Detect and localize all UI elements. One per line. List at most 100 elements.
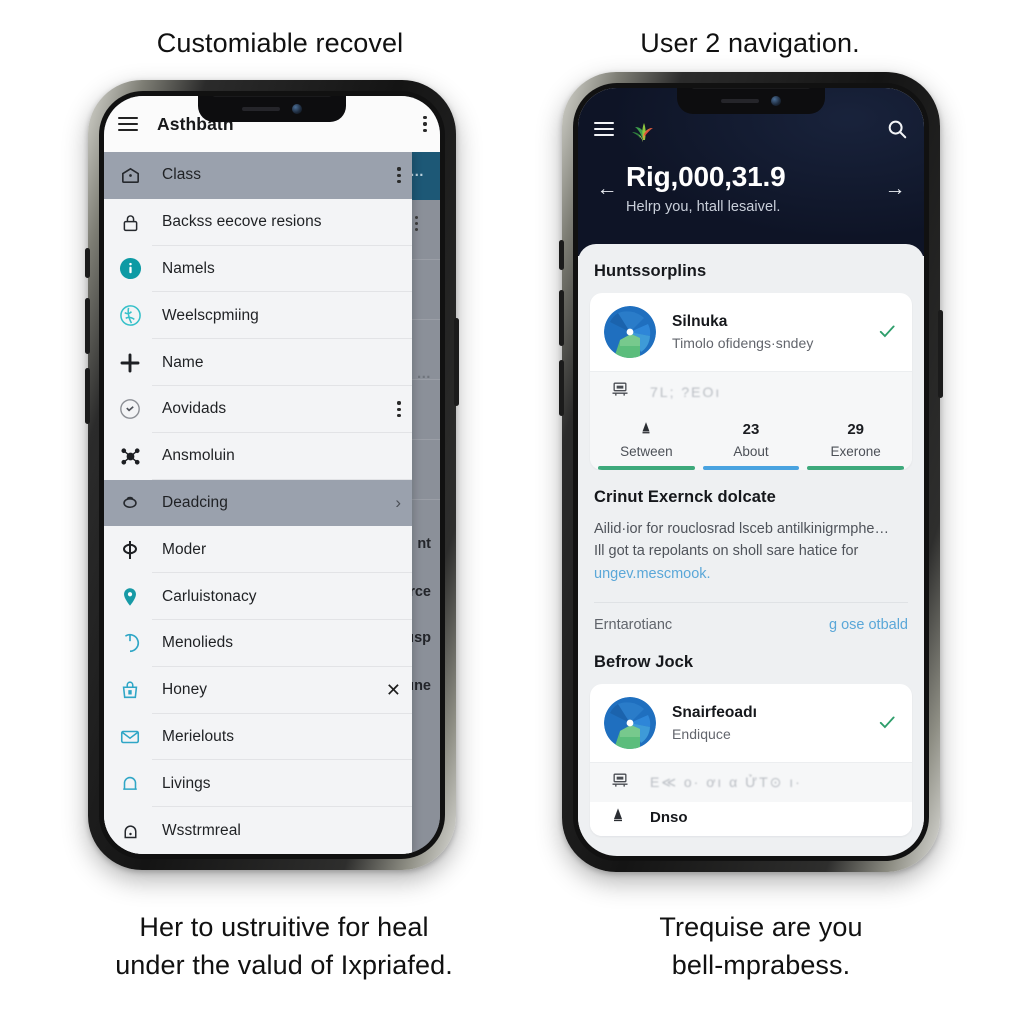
stat-value: 23 [742, 421, 760, 438]
stats-row: Setween 23 About 29 Exerone [590, 411, 912, 466]
drawer-item-carluistonacy[interactable]: Carluistonacy [104, 573, 412, 620]
phone-mute-button[interactable] [85, 248, 90, 278]
card-title: Snairfeoadı [672, 704, 757, 722]
phone-volume-up-button[interactable] [559, 290, 564, 346]
phone-mute-button[interactable] [559, 240, 564, 270]
section-one-title: Huntssorplins [594, 262, 707, 280]
card-subtitle: Timolo ofidengs·sndey [672, 335, 814, 351]
stat-bar [598, 466, 695, 470]
alert-icon [610, 806, 632, 829]
info-block-link[interactable]: ungev.mescmook. [594, 566, 711, 582]
drawer-item-label: Name [162, 353, 204, 371]
stat-bar [702, 466, 800, 470]
phone-mockup-left: Asthbath … … nt rce ısp ınе Class Backss… [85, 80, 459, 870]
stat-bar [807, 466, 905, 470]
drawer-item-livings[interactable]: Livings [104, 760, 412, 808]
content-sheet: Huntssorplins Silnuka Timolo ofidengs·sn… [578, 244, 924, 844]
card-tail-row: Dnso [590, 802, 912, 837]
avatar [604, 697, 656, 750]
drawer-item-label: Class [162, 166, 202, 184]
scrim-fragment: nt [417, 536, 431, 552]
stat-setween[interactable]: Setween [594, 420, 699, 466]
drawer-item-name[interactable]: Name [104, 339, 412, 386]
hero-body: ← Rig,000,31.9 Helrp you, htall lesaivel… [594, 161, 908, 215]
drawer-item-deadcing[interactable]: Deadcing › [104, 479, 412, 527]
drawer-item-ansmoluin[interactable]: Ansmoluin [104, 432, 412, 480]
drawer-item-namels[interactable]: Namels [104, 245, 412, 293]
list-item[interactable]: Snairfeoadı Endiquce Е≪ ο· ơı α ỬT⊙ ı· D… [590, 684, 912, 837]
home-tag-icon [117, 162, 143, 188]
check-icon [876, 712, 898, 735]
card-meta-row: 7L; ?ЕOı [590, 371, 912, 411]
info-body-line-1: Ailid·ior for rouclosrad lsceb antilkini… [594, 520, 889, 537]
card-primary-row[interactable]: Snairfeoadı Endiquce [590, 684, 912, 762]
card-tail-text: Dnso [650, 809, 688, 827]
cross-circle-icon [117, 537, 143, 563]
stat-label: Exerone [830, 444, 881, 459]
stat-label: About [733, 444, 769, 459]
lock-bell-icon [117, 818, 143, 844]
drawer-item-aovidads[interactable]: Aovidads [104, 385, 412, 433]
stat-exerone[interactable]: 29 Exerone [803, 420, 908, 466]
card-primary-row[interactable]: Silnuka Timolo ofidengs·sndey [590, 293, 912, 371]
phone-power-button[interactable] [938, 310, 943, 398]
chevron-right-icon[interactable]: › [395, 494, 401, 511]
caption-top-right: User 2 navigation. [640, 28, 860, 58]
kebab-menu-icon[interactable] [397, 401, 401, 418]
arrow-left-icon[interactable]: ← [594, 178, 620, 199]
info-circle-icon [117, 256, 143, 282]
drawer-item-label: Namels [162, 259, 215, 277]
leaf-burst-logo-icon [628, 114, 658, 144]
navigation-drawer[interactable]: Class Backss eecove resions Namels Weels… [104, 152, 412, 854]
drawer-item-menolieds[interactable]: Menolieds [104, 619, 412, 667]
drawer-item-class[interactable]: Class [104, 152, 412, 199]
drawer-item-backups[interactable]: Backss eecove resions [104, 198, 412, 246]
close-icon[interactable]: ✕ [386, 681, 401, 699]
caption-bottom-right: Trequise are you bell-mprabess. [659, 912, 863, 981]
eye-loop-icon [117, 490, 143, 516]
footer-action-link[interactable]: ɡ ose otbald [829, 617, 908, 633]
drawer-item-moder[interactable]: Moder [104, 526, 412, 574]
drawer-item-wsstrmreal[interactable]: Wsstrmreal [104, 807, 412, 854]
arrow-right-icon[interactable]: → [882, 178, 908, 199]
map-pin-icon [117, 584, 143, 610]
search-icon[interactable] [886, 118, 908, 140]
kebab-menu-icon[interactable] [423, 115, 427, 133]
section-two-title: Befrow Jock [594, 653, 694, 672]
drawer-item-welcoming[interactable]: Weelscpmiing [104, 292, 412, 340]
share-nodes-icon [117, 443, 143, 469]
stat-about[interactable]: 23 About [699, 420, 804, 466]
drawer-item-merielouts[interactable]: Merielouts [104, 713, 412, 761]
phone-notch [677, 88, 825, 114]
avatar [604, 306, 656, 358]
phone-volume-down-button[interactable] [559, 360, 564, 416]
card-meta-text: Е≪ ο· ơı α ỬT⊙ ı· [650, 774, 802, 791]
kebab-menu-icon[interactable] [397, 167, 401, 184]
hero-top-bar [594, 114, 908, 144]
envelope-icon [117, 724, 143, 750]
kebab-menu-icon[interactable] [414, 216, 418, 231]
drawer-item-honey[interactable]: Honey ✕ [104, 666, 412, 714]
hero-title: Rig,000,31.9 [626, 161, 786, 192]
refresh-circle-icon [117, 396, 143, 422]
ticket-icon [610, 770, 632, 795]
footer-label: Erntarotianc [594, 617, 673, 634]
earpiece-speaker [721, 99, 759, 103]
drawer-item-label: Livings [162, 774, 211, 792]
plus-icon [117, 350, 143, 376]
globe-circle-icon [117, 303, 143, 329]
drawer-item-label: Moder [162, 540, 207, 558]
hamburger-icon[interactable] [594, 122, 614, 136]
drawer-item-label: Backss eecove resions [162, 213, 322, 231]
caption-bottom-left: Her to ustruitive for heal under the val… [115, 912, 453, 981]
phone-power-button[interactable] [454, 318, 459, 406]
info-body-line-2: Ill got ta repolants on sholl sare hatic… [594, 543, 859, 560]
drawer-item-label: Deadcing [162, 493, 228, 511]
list-item[interactable]: Silnuka Timolo ofidengs·sndey 7L; ?ЕOı S… [590, 293, 912, 470]
drawer-item-label: Honey [162, 681, 208, 699]
phone-volume-down-button[interactable] [85, 368, 90, 424]
stats-indicator-bars [590, 466, 912, 470]
hamburger-icon[interactable] [118, 117, 138, 131]
scrim-fragment: ısp [410, 630, 431, 646]
phone-volume-up-button[interactable] [85, 298, 90, 354]
